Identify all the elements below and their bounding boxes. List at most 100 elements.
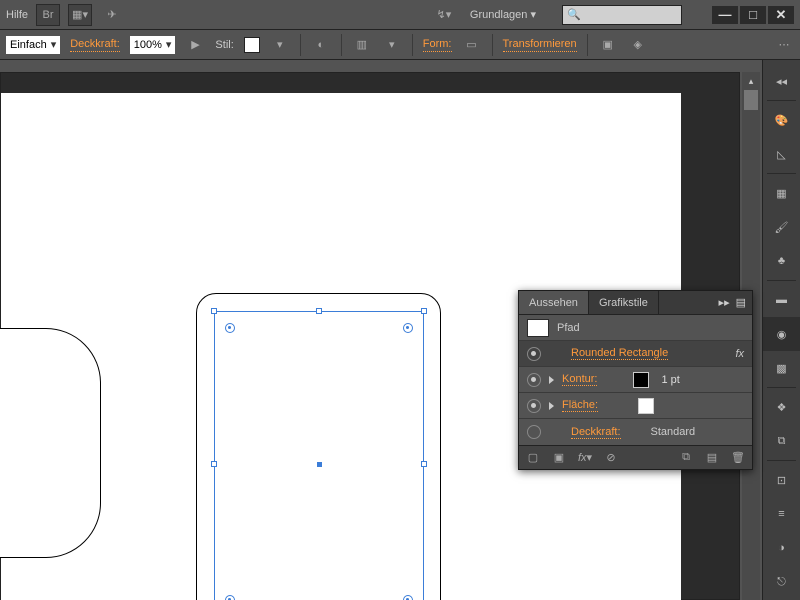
- appearance-opacity-row[interactable]: Deckkraft: Standard: [519, 419, 752, 445]
- recolor-icon[interactable]: ◐: [311, 35, 331, 55]
- live-corner-nw[interactable]: [225, 323, 235, 333]
- workspace-switcher[interactable]: Grundlagen ▾: [462, 8, 544, 21]
- panel-body: Pfad Rounded Rectangle fx Kontur: 1 pt F…: [519, 315, 752, 445]
- separator: [412, 34, 413, 56]
- effect-name-link[interactable]: Rounded Rectangle: [571, 347, 668, 360]
- artboards-icon[interactable]: ⧉: [763, 424, 800, 458]
- stroke-color-swatch[interactable]: [633, 372, 649, 388]
- expand-dock-icon[interactable]: ◂◂: [763, 64, 800, 98]
- edit-clip-icon[interactable]: ◈: [628, 35, 648, 55]
- fx-badge-icon[interactable]: fx: [735, 348, 744, 360]
- actions-icon[interactable]: ⎋: [763, 565, 800, 599]
- menubar: Hilfe Br ▦▾ ✈ ↯▾ Grundlagen ▾ 🔍 — □ ✕: [0, 0, 800, 30]
- separator: [341, 34, 342, 56]
- window-maximize-icon[interactable]: □: [740, 6, 766, 24]
- appearance-icon[interactable]: ◉: [763, 317, 800, 351]
- isolate-icon[interactable]: ▣: [598, 35, 618, 55]
- appearance-stroke-row[interactable]: Kontur: 1 pt: [519, 367, 752, 393]
- search-input[interactable]: 🔍: [562, 5, 682, 25]
- fill-color-swatch[interactable]: [638, 398, 654, 414]
- align-to-icon[interactable]: ▥: [352, 35, 372, 55]
- tab-appearance[interactable]: Aussehen: [519, 291, 589, 314]
- appearance-panel: Aussehen Grafikstile ▸▸ ▤ Pfad Rounded R…: [518, 290, 753, 470]
- panel-collapse-icon[interactable]: ▸▸: [719, 296, 730, 309]
- blend-mode-select[interactable]: Einfach▾: [6, 36, 60, 54]
- control-panel-menu-icon[interactable]: ⋯: [774, 35, 794, 55]
- arrange-docs-icon[interactable]: ▦▾: [68, 4, 92, 26]
- rounded-rect-shape-left[interactable]: [0, 328, 101, 558]
- expand-row-icon[interactable]: [549, 376, 554, 384]
- opacity-value: 100%: [134, 39, 162, 51]
- scroll-thumb[interactable]: [744, 90, 758, 110]
- style-label: Stil:: [215, 39, 233, 51]
- scroll-up-arrow-icon[interactable]: ▴: [742, 72, 760, 90]
- color-palette-icon[interactable]: 🎨: [763, 103, 800, 137]
- clear-appearance-icon[interactable]: ⊘: [603, 450, 619, 466]
- graphic-style-swatch[interactable]: [244, 37, 260, 53]
- brushes-icon[interactable]: 🖌: [763, 210, 800, 244]
- color-guide-icon[interactable]: ◺: [763, 137, 800, 171]
- selection-handle-e[interactable]: [421, 461, 427, 467]
- panel-tabstrip: Aussehen Grafikstile ▸▸ ▤: [519, 291, 752, 315]
- window-minimize-icon[interactable]: —: [712, 6, 738, 24]
- opacity-link[interactable]: Deckkraft:: [70, 38, 120, 52]
- stroke-weight-value[interactable]: 1 pt: [661, 374, 679, 386]
- appearance-target-row[interactable]: Pfad: [519, 315, 752, 341]
- shape-link[interactable]: Form:: [423, 38, 452, 52]
- opacity-step-icon[interactable]: ▶: [185, 35, 205, 55]
- transform-icon[interactable]: ⊡: [763, 463, 800, 497]
- visibility-toggle-icon[interactable]: [527, 347, 541, 361]
- new-stroke-icon[interactable]: ▢: [525, 450, 541, 466]
- symbols-icon[interactable]: ♣: [763, 244, 800, 278]
- selection-handle-nw[interactable]: [211, 308, 217, 314]
- selection-handle-w[interactable]: [211, 461, 217, 467]
- appearance-fill-row[interactable]: Fläche:: [519, 393, 752, 419]
- selection-bounding-box[interactable]: [214, 311, 424, 600]
- target-type-label: Pfad: [557, 322, 580, 334]
- bridge-icon[interactable]: Br: [36, 4, 60, 26]
- stroke-icon[interactable]: ▬: [763, 283, 800, 317]
- align-icon[interactable]: ≡: [763, 497, 800, 531]
- tab-graphic-styles[interactable]: Grafikstile: [589, 291, 659, 314]
- separator: [300, 34, 301, 56]
- live-corner-sw[interactable]: [225, 595, 235, 600]
- selection-center-point[interactable]: [317, 462, 322, 467]
- sync-settings-icon[interactable]: ↯▾: [434, 5, 454, 25]
- shape-props-icon[interactable]: ▭: [462, 35, 482, 55]
- fill-label-link[interactable]: Fläche:: [562, 399, 598, 412]
- live-corner-ne[interactable]: [403, 323, 413, 333]
- visibility-toggle-icon[interactable]: [527, 399, 541, 413]
- stroke-label-link[interactable]: Kontur:: [562, 373, 597, 386]
- menu-help[interactable]: Hilfe: [6, 9, 28, 21]
- workspace-label-text: Grundlagen: [470, 9, 528, 21]
- transparency-icon[interactable]: ▩: [763, 351, 800, 385]
- right-panel-dock: ◂◂ 🎨 ◺ ▦ 🖌 ♣ ▬ ◉ ▩ ❖ ⧉ ⊡ ≡ ◑ ⎋: [762, 60, 800, 600]
- opacity-label-link[interactable]: Deckkraft:: [571, 426, 621, 439]
- target-thumbnail-icon: [527, 319, 549, 337]
- style-dropdown-icon[interactable]: ▾: [270, 35, 290, 55]
- expand-row-icon[interactable]: [549, 402, 554, 410]
- duplicate-item-icon[interactable]: ⧉: [678, 450, 694, 466]
- swatches-grid-icon[interactable]: ▦: [763, 176, 800, 210]
- window-close-icon[interactable]: ✕: [768, 6, 794, 24]
- selection-handle-ne[interactable]: [421, 308, 427, 314]
- panel-menu-icon[interactable]: ▤: [736, 296, 746, 309]
- live-corner-se[interactable]: [403, 595, 413, 600]
- layers-icon[interactable]: ❖: [763, 390, 800, 424]
- align-dropdown-icon[interactable]: ▾: [382, 35, 402, 55]
- new-art-icon[interactable]: ▤: [704, 450, 720, 466]
- pathfinder-icon[interactable]: ◑: [763, 531, 800, 565]
- gpu-perf-icon[interactable]: ✈: [100, 4, 124, 26]
- panel-footer: ▢ ▣ fx▾ ⊘ ⧉ ▤ 🗑: [519, 445, 752, 469]
- selection-handle-n[interactable]: [316, 308, 322, 314]
- appearance-effect-row[interactable]: Rounded Rectangle fx: [519, 341, 752, 367]
- blend-mode-value: Einfach: [10, 39, 47, 51]
- separator: [587, 34, 588, 56]
- delete-item-icon[interactable]: 🗑: [730, 450, 746, 466]
- add-effect-icon[interactable]: fx▾: [577, 450, 593, 466]
- visibility-toggle-icon[interactable]: [527, 425, 541, 439]
- visibility-toggle-icon[interactable]: [527, 373, 541, 387]
- opacity-input[interactable]: 100%▾: [130, 36, 176, 54]
- new-fill-icon[interactable]: ▣: [551, 450, 567, 466]
- transform-link[interactable]: Transformieren: [503, 38, 577, 52]
